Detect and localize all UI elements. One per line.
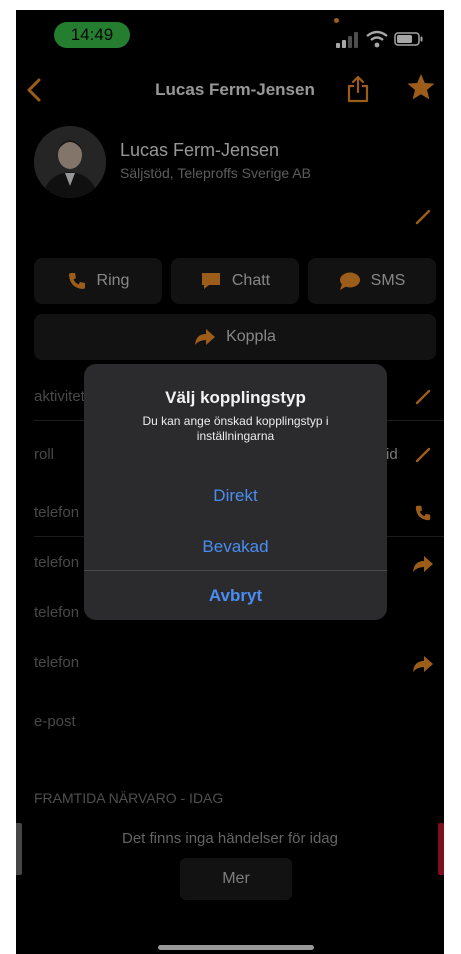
dialog-title: Välj kopplingstyp	[165, 388, 306, 407]
phone-screen: 14:49 Lucas Ferm-Jensen Lucas Ferm-Jense…	[16, 10, 444, 954]
dialog-message: Du kan ange önskad kopplingstyp i instäl…	[142, 414, 329, 443]
option-bevakad[interactable]: Bevakad	[84, 537, 387, 557]
cancel-button[interactable]: Avbryt	[84, 586, 387, 606]
connection-type-dialog: Välj kopplingstyp Du kan ange önskad kop…	[84, 364, 387, 620]
option-direkt[interactable]: Direkt	[84, 486, 387, 506]
dialog-divider	[84, 570, 387, 571]
